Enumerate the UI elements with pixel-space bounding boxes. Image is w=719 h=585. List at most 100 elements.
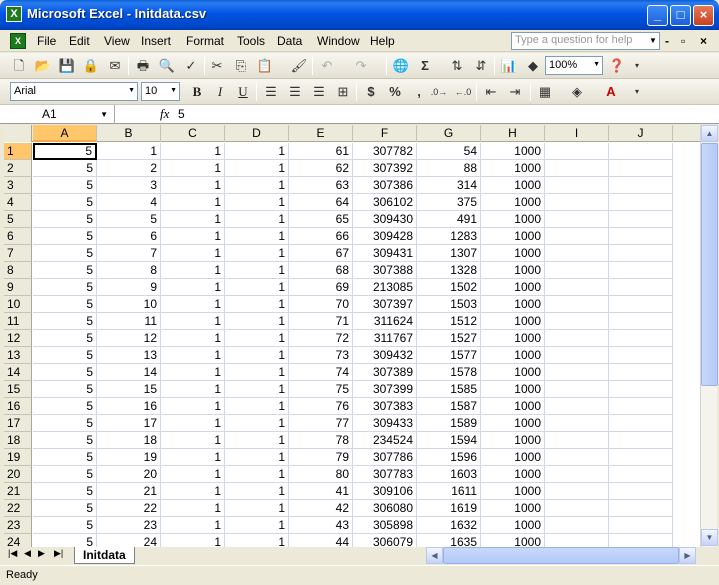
cell[interactable]: 1 — [161, 381, 225, 398]
cell[interactable]: 1 — [225, 211, 289, 228]
cell[interactable]: 22 — [97, 500, 161, 517]
menu-window[interactable]: Window — [317, 34, 360, 48]
cell[interactable]: 306080 — [353, 500, 417, 517]
cell[interactable]: 491 — [417, 211, 481, 228]
cell[interactable] — [545, 143, 609, 160]
column-header-e[interactable]: E — [289, 125, 353, 142]
cell[interactable]: 63 — [289, 177, 353, 194]
cell[interactable]: 1 — [225, 160, 289, 177]
cell[interactable]: 62 — [289, 160, 353, 177]
bold-button[interactable]: B — [188, 83, 206, 101]
cell[interactable] — [545, 381, 609, 398]
cell[interactable]: 309432 — [353, 347, 417, 364]
first-sheet-icon[interactable]: |◀ — [8, 548, 17, 559]
cell[interactable]: 3 — [97, 177, 161, 194]
row-header[interactable]: 6 — [4, 228, 32, 245]
cell[interactable]: 1611 — [417, 483, 481, 500]
workbook-icon[interactable]: X — [10, 33, 26, 49]
menu-insert[interactable]: Insert — [141, 34, 171, 48]
column-header-d[interactable]: D — [225, 125, 289, 142]
prev-sheet-icon[interactable]: ◀ — [24, 548, 31, 559]
save-icon[interactable]: 💾 — [58, 57, 76, 75]
cell[interactable] — [545, 500, 609, 517]
zoom-select[interactable]: 100% ▼ — [545, 56, 603, 75]
scroll-left-button[interactable]: ◀ — [426, 547, 443, 564]
cell[interactable]: 24 — [97, 534, 161, 547]
cell[interactable] — [609, 228, 673, 245]
insert-function-button[interactable]: fx — [160, 106, 169, 122]
menu-tools[interactable]: Tools — [237, 34, 265, 48]
undo-icon[interactable]: ↶ — [318, 57, 336, 75]
excel-app-icon[interactable]: X — [6, 6, 22, 22]
cell[interactable] — [545, 262, 609, 279]
cell[interactable] — [545, 211, 609, 228]
cell[interactable] — [609, 211, 673, 228]
cell[interactable] — [609, 160, 673, 177]
cell[interactable]: 1587 — [417, 398, 481, 415]
cell[interactable] — [609, 534, 673, 547]
cell[interactable] — [609, 432, 673, 449]
cell[interactable]: 5 — [33, 500, 97, 517]
cell[interactable]: 1000 — [481, 330, 545, 347]
cell[interactable] — [545, 245, 609, 262]
cell[interactable]: 311624 — [353, 313, 417, 330]
row-header[interactable]: 24 — [4, 534, 32, 547]
cell[interactable]: 1000 — [481, 381, 545, 398]
cell[interactable]: 1000 — [481, 534, 545, 547]
menu-help[interactable]: Help — [370, 34, 395, 48]
cell[interactable]: 21 — [97, 483, 161, 500]
cell[interactable]: 5 — [33, 177, 97, 194]
cell[interactable]: 1 — [225, 364, 289, 381]
row-header[interactable]: 13 — [4, 347, 32, 364]
cell[interactable]: 1578 — [417, 364, 481, 381]
align-left-icon[interactable]: ☰ — [262, 83, 280, 101]
borders-icon[interactable]: ▦ — [536, 83, 554, 101]
cell[interactable] — [609, 398, 673, 415]
cell[interactable]: 1619 — [417, 500, 481, 517]
fill-color-icon[interactable]: ◈ — [568, 83, 586, 101]
cell[interactable]: 1 — [161, 364, 225, 381]
cell[interactable] — [609, 245, 673, 262]
cell[interactable]: 1502 — [417, 279, 481, 296]
cell[interactable]: 311767 — [353, 330, 417, 347]
cell[interactable]: 17 — [97, 415, 161, 432]
cell[interactable]: 307786 — [353, 449, 417, 466]
cell[interactable]: 10 — [97, 296, 161, 313]
cell[interactable]: 1 — [225, 432, 289, 449]
print-icon[interactable]: 🖶 — [134, 57, 152, 75]
cell[interactable]: 5 — [33, 483, 97, 500]
cell[interactable]: 307383 — [353, 398, 417, 415]
cell[interactable]: 15 — [97, 381, 161, 398]
underline-button[interactable]: U — [234, 83, 252, 101]
cell[interactable] — [545, 347, 609, 364]
cell[interactable]: 1000 — [481, 483, 545, 500]
cell[interactable]: 44 — [289, 534, 353, 547]
menu-view[interactable]: View — [104, 34, 130, 48]
column-header-f[interactable]: F — [353, 125, 417, 142]
sort-descending-icon[interactable]: ⇵ — [472, 57, 490, 75]
cell[interactable]: 5 — [33, 194, 97, 211]
row-header[interactable]: 20 — [4, 466, 32, 483]
cell[interactable]: 1589 — [417, 415, 481, 432]
cell[interactable]: 11 — [97, 313, 161, 330]
cell[interactable]: 5 — [33, 347, 97, 364]
cell[interactable] — [545, 228, 609, 245]
cell[interactable] — [545, 313, 609, 330]
merge-center-icon[interactable]: ⊞ — [334, 83, 352, 101]
cell[interactable]: 5 — [33, 330, 97, 347]
cell[interactable]: 54 — [417, 143, 481, 160]
column-header-b[interactable]: B — [97, 125, 161, 142]
cell[interactable]: 1 — [225, 449, 289, 466]
cell[interactable]: 1000 — [481, 160, 545, 177]
cell[interactable]: 5 — [33, 415, 97, 432]
row-header[interactable]: 18 — [4, 432, 32, 449]
cell[interactable]: 7 — [97, 245, 161, 262]
new-icon[interactable]: 🗋 — [10, 57, 28, 75]
cell[interactable] — [545, 517, 609, 534]
cell[interactable]: 71 — [289, 313, 353, 330]
cell[interactable]: 1632 — [417, 517, 481, 534]
cell[interactable]: 307392 — [353, 160, 417, 177]
spelling-icon[interactable]: ✓ — [182, 57, 200, 75]
cell[interactable]: 5 — [33, 466, 97, 483]
cell[interactable]: 1000 — [481, 143, 545, 160]
